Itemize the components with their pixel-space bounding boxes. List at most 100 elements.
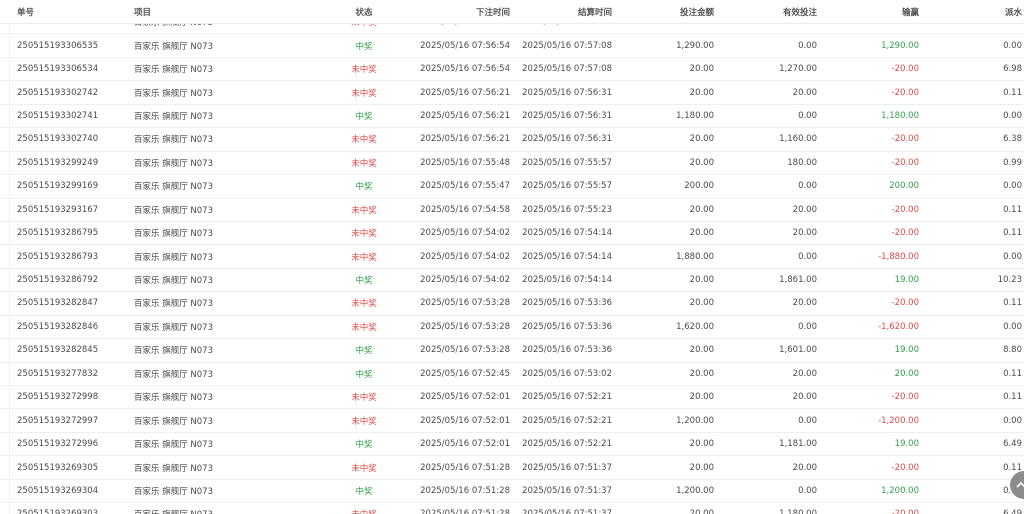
row-status: 中奖 <box>355 41 373 52</box>
table-row[interactable]: 250515193269303百家乐 旗舰厅 N073未中奖2025/05/16… <box>0 503 1024 514</box>
row-bet-amount: 20.00 <box>689 345 714 356</box>
row-valid-bet: 20.00 <box>792 228 817 239</box>
row-bet-time: 2025/05/16 07:56:21 <box>420 134 510 145</box>
row-valid-bet: 1,601.00 <box>779 345 817 356</box>
table-row[interactable]: 250515193302740 百家乐 旗舰厅 N073 未中奖 2025/05/16… <box>0 128 1024 152</box>
row-item: 百家乐 旗舰厅 N073 <box>134 205 213 216</box>
row-rebate: 6.98 <box>1003 64 1022 75</box>
row-win-loss: -20.00 <box>891 157 919 168</box>
row-valid-bet: 0.00 <box>798 321 817 332</box>
row-id: 250515193293167 <box>17 204 99 215</box>
row-valid-bet: 1,160.00 <box>779 134 817 145</box>
row-rebate: 0.00 <box>1003 110 1022 121</box>
table-row[interactable]: 250515193272996 百家乐 旗舰厅 N073 中奖 2025/05/16 … <box>0 432 1024 457</box>
header-bet-time[interactable]: 下注时间 <box>408 0 510 23</box>
header-bet-amount[interactable]: 投注金额 <box>612 0 714 23</box>
row-status: 未中奖 <box>351 393 377 404</box>
row-item: 百家乐 旗舰厅 N073 <box>134 393 213 404</box>
row-id: 250515193306535 <box>17 40 99 51</box>
row-bet-amount: 1,180.00 <box>676 110 714 121</box>
row-win-loss: -20.00 <box>891 298 919 309</box>
row-status: 中奖 <box>355 440 373 451</box>
row-item: 百家乐 旗舰厅 N073 <box>134 416 213 427</box>
row-status: 中奖 <box>355 486 373 497</box>
row-valid-bet: 0.00 <box>798 40 817 51</box>
table-row[interactable]: 250515193282847 百家乐 旗舰厅 N073 未中奖 2025/05/16… <box>0 292 1024 316</box>
row-bet-time: 2025/05/16 07:55:47 <box>420 181 510 192</box>
row-settle-time: 2025/05/16 07:52:21 <box>522 439 612 450</box>
row-win-loss: -20.00 <box>891 64 919 75</box>
row-settle-time: 2025/05/16 07:52:21 <box>522 415 612 426</box>
row-id: 250515193277832 <box>17 368 99 379</box>
row-valid-bet: 1,181.00 <box>779 439 817 450</box>
row-item: 百家乐 旗舰厅 N073 <box>134 276 213 287</box>
row-bet-time: 2025/05/16 07:54:02 <box>420 275 510 286</box>
table-row[interactable]: 250515193277832 百家乐 旗舰厅 N073 中奖 2025/05/16 … <box>0 362 1024 386</box>
row-bet-time: 2025/05/16 07:52:01 <box>420 415 510 426</box>
row-id: 250515193299249 <box>17 157 99 168</box>
table-row[interactable]: 250515193272998 百家乐 旗舰厅 N073 未中奖 2025/05/16… <box>0 386 1024 410</box>
row-valid-bet: 20.00 <box>792 204 817 215</box>
header-status[interactable]: 状态 <box>320 0 408 23</box>
row-bet-time: 2025/05/16 07:54:58 <box>420 204 510 215</box>
row-status: 中奖 <box>355 111 373 122</box>
row-item: 百家乐 旗舰厅 N073 <box>134 369 213 380</box>
table-row[interactable]: 250515193306534 百家乐 旗舰厅 N073 未中奖 2025/05/16… <box>0 57 1024 82</box>
table-row[interactable]: 250515193286795 百家乐 旗舰厅 N073 未中奖 2025/05/16… <box>0 221 1024 246</box>
row-rebate: 6.38 <box>1003 134 1022 145</box>
table-row[interactable]: 250515193282846 百家乐 旗舰厅 N073 未中奖 2025/05/16… <box>0 315 1024 340</box>
row-status: 未中奖 <box>351 65 377 76</box>
row-rebate: 0.00 <box>1003 181 1022 192</box>
row-bet-amount: 20.00 <box>689 228 714 239</box>
table-row[interactable]: 250515193272997 百家乐 旗舰厅 N073 未中奖 2025/05/16… <box>0 409 1024 433</box>
table-row[interactable]: 250515193286792 百家乐 旗舰厅 N073 中奖 2025/05/16 … <box>0 268 1024 293</box>
row-bet-time: 2025/05/16 07:56:21 <box>420 110 510 121</box>
row-valid-bet: 1,861.00 <box>779 275 817 286</box>
table-row[interactable]: 250515193302742 百家乐 旗舰厅 N073 未中奖 2025/05/16… <box>0 81 1024 105</box>
row-win-loss: 200.00 <box>889 181 919 192</box>
table-row[interactable]: 250515193269304 百家乐 旗舰厅 N073 中奖 2025/05/16 … <box>0 479 1024 504</box>
row-bet-amount: 20.00 <box>689 64 714 75</box>
table-row[interactable]: 250515193306535 百家乐 旗舰厅 N073 中奖 2025/05/16 … <box>0 34 1024 58</box>
header-valid-bet[interactable]: 有效投注 <box>714 0 817 23</box>
row-win-loss: -1,880.00 <box>878 251 919 262</box>
row-win-loss: 19.00 <box>894 345 919 356</box>
row-rebate: 10.23 <box>997 275 1022 286</box>
table-row[interactable]: 250515193302741 百家乐 旗舰厅 N073 中奖 2025/05/16 … <box>0 104 1024 129</box>
header-id[interactable]: 单号 <box>17 0 34 23</box>
row-bet-time: 2025/05/16 07:52:45 <box>420 368 510 379</box>
row-item: 百家乐 旗舰厅 N073 <box>134 158 213 169</box>
table-row[interactable]: 250515193293167 百家乐 旗舰厅 N073 未中奖 2025/05/16… <box>0 198 1024 222</box>
row-valid-bet: 1,270.00 <box>779 64 817 75</box>
row-rebate: 0.00 <box>1003 251 1022 262</box>
row-rebate: 0.11 <box>1003 87 1022 98</box>
row-item: 百家乐 旗舰厅 N073 <box>134 65 213 76</box>
table-row[interactable]: 250515193299249 百家乐 旗舰厅 N073 未中奖 2025/05/16… <box>0 151 1024 176</box>
table-row[interactable]: 250515193299169 百家乐 旗舰厅 N073 中奖 2025/05/16 … <box>0 175 1024 199</box>
row-bet-time: 2025/05/16 07:54:02 <box>420 228 510 239</box>
row-bet-time: 2025/05/16 07:56:54 <box>420 64 510 75</box>
row-bet-amount: 20.00 <box>689 87 714 98</box>
row-id: 250515193282845 <box>17 345 99 356</box>
row-rebate: 0.00 <box>1003 415 1022 426</box>
table-row[interactable]: 250515193282845 百家乐 旗舰厅 N073 中奖 2025/05/16 … <box>0 339 1024 363</box>
header-settle-time[interactable]: 结算时间 <box>512 0 612 23</box>
header-item[interactable]: 项目 <box>134 0 151 23</box>
row-win-loss: -20.00 <box>891 134 919 145</box>
row-rebate: 8.80 <box>1003 345 1022 356</box>
row-bet-time: 2025/05/16 07:51:28 <box>420 462 510 473</box>
row-settle-time: 2025/05/16 07:54:14 <box>522 228 612 239</box>
row-bet-amount: 20.00 <box>689 392 714 403</box>
row-status: 未中奖 <box>351 416 377 427</box>
table-row[interactable]: 250515193286793 百家乐 旗舰厅 N073 未中奖 2025/05/16… <box>0 245 1024 269</box>
table-row[interactable]: 250515193269305 百家乐 旗舰厅 N073 未中奖 2025/05/16… <box>0 456 1024 480</box>
header-win-loss[interactable]: 输赢 <box>817 0 919 23</box>
row-id: 250515193269305 <box>17 462 99 473</box>
row-rebate: 0.99 <box>1003 157 1022 168</box>
row-status: 未中奖 <box>351 252 377 263</box>
row-win-loss: -1,620.00 <box>878 321 919 332</box>
row-item: 百家乐 旗舰厅 N073 <box>134 229 213 240</box>
row-valid-bet: 0.00 <box>798 485 817 496</box>
header-rebate[interactable]: 派水 <box>960 0 1022 23</box>
row-bet-time: 2025/05/16 07:52:01 <box>420 439 510 450</box>
